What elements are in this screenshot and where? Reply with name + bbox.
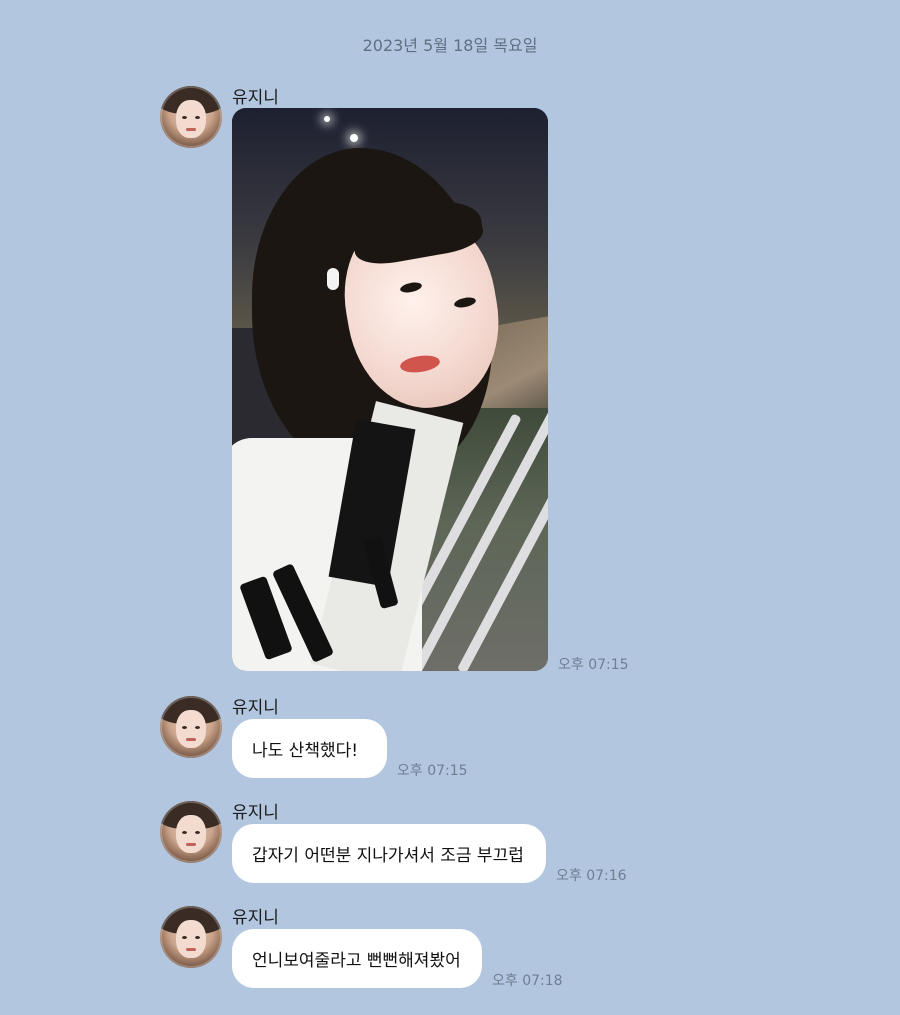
message-text-content: 나도 산책했다! bbox=[252, 741, 359, 761]
message-bubble[interactable]: 나도 산책했다! bbox=[232, 719, 387, 778]
message-time: 오후 07:18 bbox=[492, 973, 563, 989]
sender-avatar[interactable] bbox=[160, 696, 222, 758]
message-bubble[interactable]: 언니보여줄라고 뻔뻔해져봤어 bbox=[232, 929, 482, 988]
message-text-content: 갑자기 어떤분 지나가셔서 조금 부끄럽 bbox=[252, 846, 524, 866]
shared-photo[interactable] bbox=[232, 108, 548, 671]
message-bubble[interactable]: 갑자기 어떤분 지나가셔서 조금 부끄럽 bbox=[232, 824, 546, 883]
sender-name: 유지니 bbox=[232, 88, 279, 108]
sender-avatar[interactable] bbox=[160, 906, 222, 968]
sender-avatar[interactable] bbox=[160, 801, 222, 863]
message-time: 오후 07:15 bbox=[558, 657, 629, 673]
message-time: 오후 07:15 bbox=[397, 763, 468, 779]
message-time: 오후 07:16 bbox=[556, 868, 627, 884]
chat-date-divider: 2023년 5월 18일 목요일 bbox=[362, 36, 538, 55]
sender-avatar[interactable] bbox=[160, 86, 222, 148]
sender-name: 유지니 bbox=[232, 908, 279, 928]
message-text-content: 언니보여줄라고 뻔뻔해져봤어 bbox=[252, 951, 461, 971]
sender-name: 유지니 bbox=[232, 803, 279, 823]
sender-name: 유지니 bbox=[232, 698, 279, 718]
